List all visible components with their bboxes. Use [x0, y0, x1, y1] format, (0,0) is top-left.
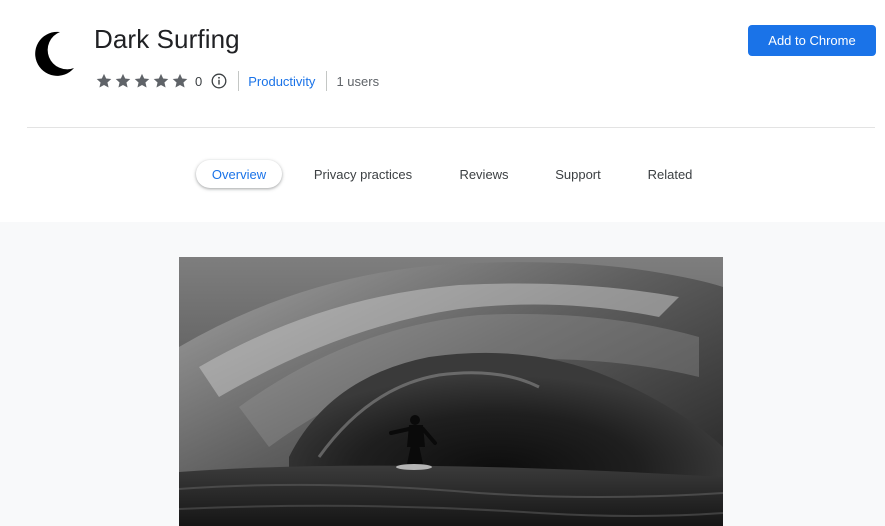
extension-header: Dark Surfing 0 Productivity 1 users Add …	[0, 0, 885, 128]
rating-count: 0	[195, 73, 203, 89]
extension-meta: 0 Productivity 1 users	[95, 70, 379, 92]
star-icon	[115, 73, 131, 88]
star-icon	[153, 73, 169, 88]
meta-divider	[238, 71, 240, 91]
rating-stars	[95, 72, 189, 90]
header-divider	[27, 127, 875, 128]
crescent-moon-icon	[35, 31, 74, 76]
tab-privacy-practices[interactable]: Privacy practices	[300, 160, 426, 188]
screenshot-gallery	[0, 222, 885, 526]
add-to-chrome-button[interactable]: Add to Chrome	[748, 25, 876, 56]
surfer-in-wave-image	[179, 257, 723, 526]
surfer-photo	[179, 257, 723, 526]
tab-related[interactable]: Related	[634, 160, 706, 188]
extension-title: Dark Surfing	[94, 24, 240, 54]
tab-overview[interactable]: Overview	[196, 160, 282, 188]
meta-divider	[326, 71, 328, 91]
detail-tabs: Overview Privacy practices Reviews Suppo…	[0, 160, 885, 190]
star-icon	[134, 73, 150, 88]
info-icon[interactable]	[211, 73, 227, 89]
tab-reviews[interactable]: Reviews	[446, 160, 522, 188]
star-icon	[96, 73, 112, 88]
tab-support[interactable]: Support	[542, 160, 614, 188]
user-count: 1 users	[336, 73, 380, 89]
star-icon	[172, 73, 188, 88]
category-link[interactable]: Productivity	[248, 74, 315, 89]
